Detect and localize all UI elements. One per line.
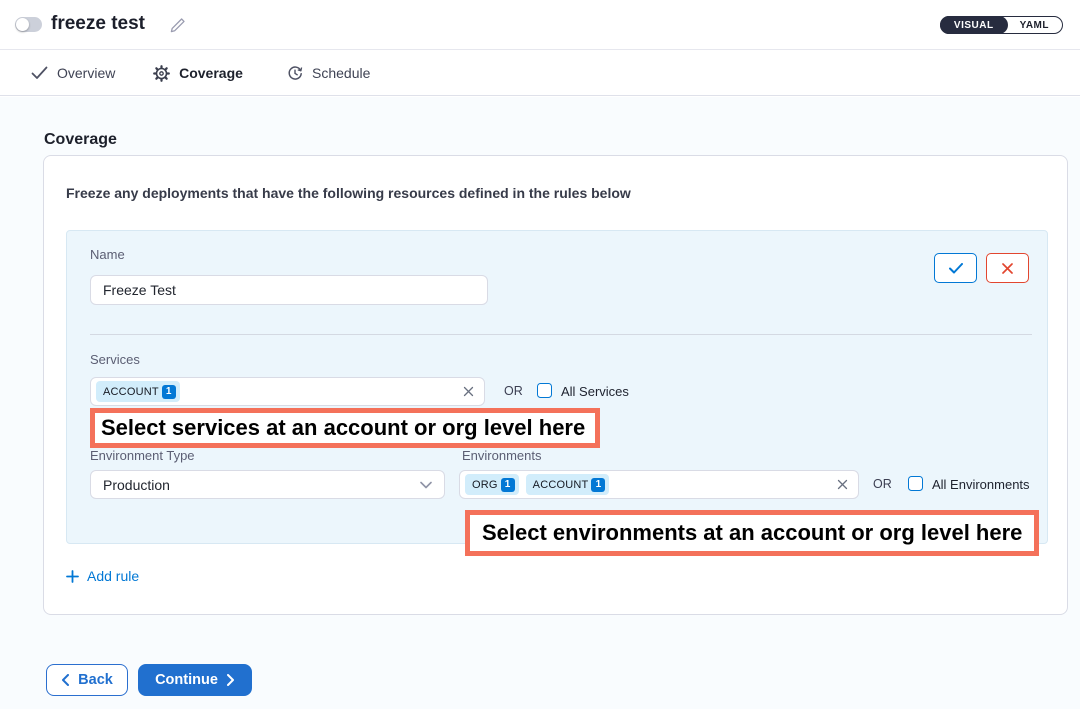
environment-tag-org[interactable]: ORG 1 [465, 474, 519, 495]
tag-label: ACCOUNT [103, 386, 159, 398]
check-icon [949, 263, 963, 274]
tag-count-badge: 1 [162, 385, 176, 399]
tab-schedule[interactable]: Schedule [287, 50, 370, 96]
service-tag-account[interactable]: ACCOUNT 1 [96, 381, 180, 402]
clear-environments-icon[interactable] [837, 479, 848, 490]
annotation-environments: Select environments at an account or org… [465, 510, 1039, 556]
name-input[interactable] [90, 275, 488, 305]
footer-buttons: Back Continue [46, 664, 252, 696]
back-button-label: Back [78, 672, 113, 688]
tab-coverage-label: Coverage [179, 65, 243, 81]
confirm-rule-button[interactable] [934, 253, 977, 283]
add-rule-label: Add rule [87, 568, 139, 584]
delete-rule-button[interactable] [986, 253, 1029, 283]
services-input[interactable]: ACCOUNT 1 [90, 377, 485, 406]
edit-pencil-icon[interactable] [169, 16, 187, 34]
check-icon [31, 66, 48, 80]
tab-overview-label: Overview [57, 65, 115, 81]
tag-label: ACCOUNT [533, 479, 589, 491]
continue-button-label: Continue [155, 672, 218, 688]
environments-label: Environments [462, 448, 541, 463]
tag-count-badge: 1 [591, 478, 605, 492]
tab-schedule-label: Schedule [312, 65, 370, 81]
rule-actions [934, 253, 1029, 283]
tag-count-badge: 1 [501, 478, 515, 492]
tab-bar: Overview Coverage Schedule [0, 50, 1080, 96]
all-environments-checkbox[interactable] [908, 476, 923, 491]
clear-services-icon[interactable] [463, 386, 474, 397]
tab-coverage[interactable]: Coverage [136, 50, 260, 96]
rule-intro: Freeze any deployments that have the fol… [66, 185, 631, 201]
freeze-toggle[interactable] [15, 17, 42, 32]
services-or-label: OR [504, 384, 523, 398]
all-services-label: All Services [561, 384, 629, 399]
header: freeze test VISUAL YAML [0, 0, 1080, 50]
chevron-down-icon [420, 481, 432, 489]
all-environments-label: All Environments [932, 477, 1030, 492]
environment-type-value: Production [103, 477, 170, 493]
coverage-page: Coverage Freeze any deployments that hav… [0, 97, 1080, 709]
tag-label: ORG [472, 479, 498, 491]
environments-input[interactable]: ORG 1 ACCOUNT 1 [459, 470, 859, 499]
chevron-left-icon [61, 674, 69, 686]
tab-overview[interactable]: Overview [31, 50, 115, 96]
chevron-right-icon [227, 674, 235, 686]
environment-tag-account[interactable]: ACCOUNT 1 [526, 474, 610, 495]
add-rule-button[interactable]: Add rule [66, 568, 139, 584]
continue-button[interactable]: Continue [138, 664, 252, 696]
name-label: Name [90, 247, 125, 262]
gear-icon [153, 65, 170, 82]
rule-panel: Name Services ACCOUNT 1 [66, 230, 1048, 544]
environments-or-label: OR [873, 477, 892, 491]
page-heading: Coverage [44, 131, 117, 149]
view-mode-switch: VISUAL YAML [940, 16, 1063, 34]
environment-type-select[interactable]: Production [90, 470, 445, 499]
yaml-mode-button[interactable]: YAML [1007, 17, 1062, 33]
environment-type-label: Environment Type [90, 448, 195, 463]
toggle-knob [16, 18, 29, 31]
schedule-icon [287, 65, 303, 81]
annotation-services: Select services at an account or org lev… [90, 408, 600, 448]
visual-mode-button[interactable]: VISUAL [940, 16, 1008, 34]
back-button[interactable]: Back [46, 664, 128, 696]
services-label: Services [90, 352, 140, 367]
rule-divider [90, 334, 1032, 335]
coverage-card: Freeze any deployments that have the fol… [43, 155, 1068, 615]
plus-icon [66, 570, 79, 583]
all-services-checkbox[interactable] [537, 383, 552, 398]
close-icon [1002, 263, 1013, 274]
page-title: freeze test [51, 13, 145, 35]
